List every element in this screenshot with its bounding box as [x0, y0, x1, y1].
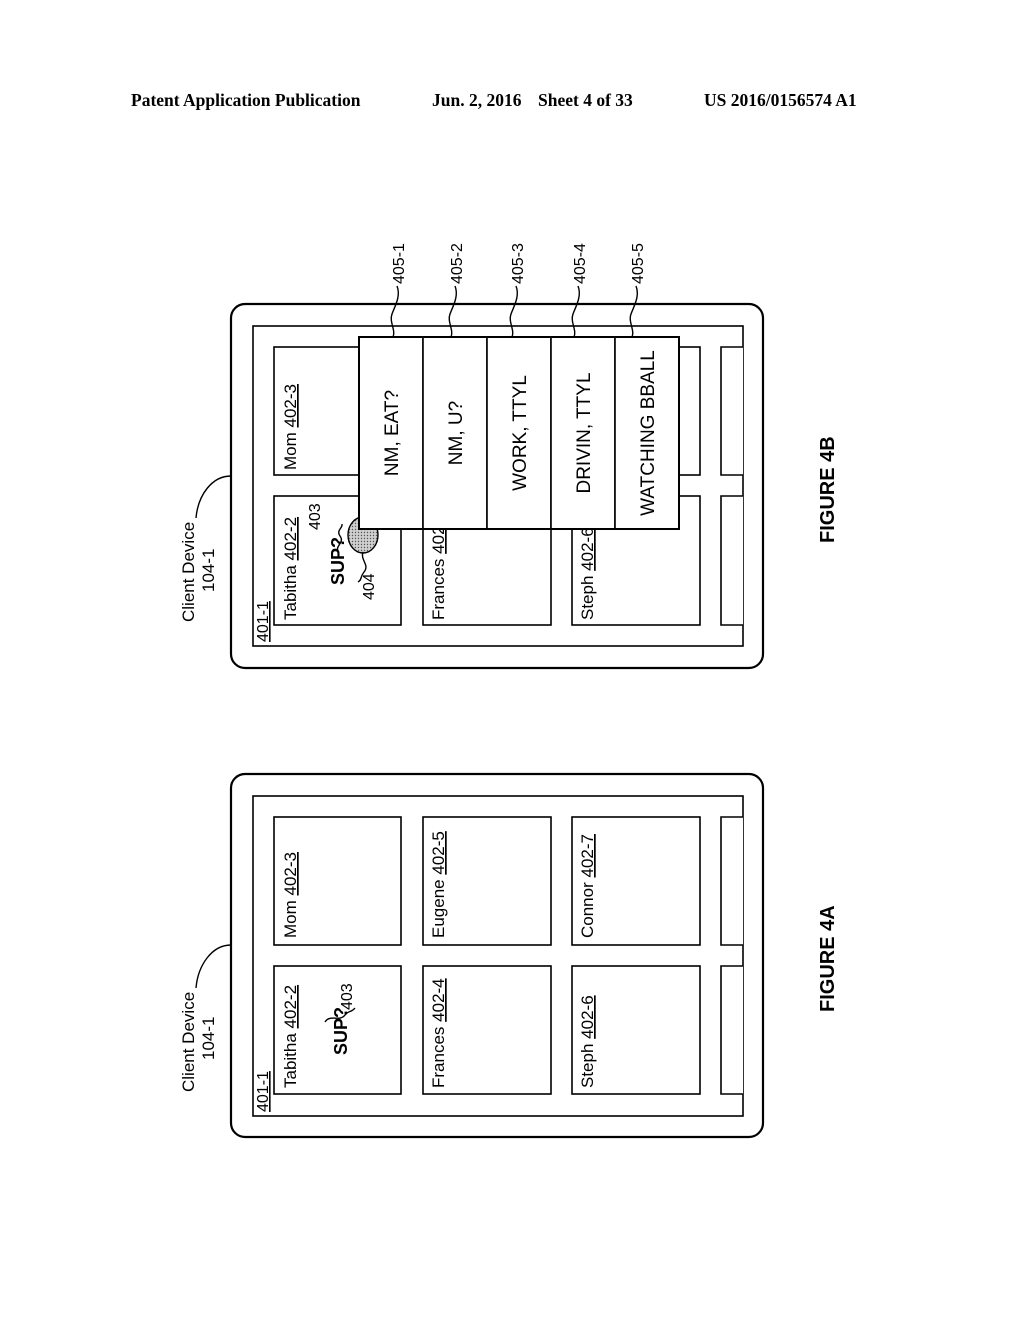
- figure-caption: FIGURE 4B: [817, 436, 839, 543]
- tile-steph-label: Steph 402-6: [578, 995, 597, 1088]
- tile-partial: [720, 816, 743, 946]
- patent-drawing: 401-1 Tabitha 402-2 Mom 402-3 Frances 40…: [179, 243, 839, 1139]
- reply-option-1-label: NM, EAT?: [382, 390, 403, 476]
- tile-partial: [720, 495, 743, 626]
- message-sup: SUP?: [331, 1007, 351, 1055]
- quick-reply-menu: NM, EAT? NM, U? WORK, TTYL DRIVIN, TTYL …: [358, 336, 680, 530]
- tile-mom-label: Mom 402-3: [281, 384, 300, 470]
- reply-option-4-label: DRIVIN, TTYL: [574, 372, 595, 493]
- device-label: Client Device: [179, 522, 198, 622]
- reply-1-ref: 405-1: [391, 243, 408, 284]
- screen-ref: 401-1: [255, 1071, 272, 1112]
- reply-option-5-label: WATCHING BBALL: [638, 350, 659, 516]
- reply-option-2-label: NM, U?: [446, 401, 467, 465]
- device-lead-line: [195, 475, 232, 519]
- tile-connor-label: Connor 402-7: [578, 834, 597, 938]
- tile-tabitha-label: Tabitha 402-2: [281, 985, 300, 1088]
- tile-frances-label: Frances 402-4: [429, 978, 448, 1088]
- screen-ref: 401-1: [255, 601, 272, 642]
- touch-ref: 404: [361, 573, 378, 600]
- tile-steph-label: Steph 402-6: [578, 527, 597, 620]
- tile-frances-label: Frances 402: [429, 525, 448, 620]
- reply-5-ref: 405-5: [630, 243, 647, 284]
- message-ref: 403: [307, 503, 324, 530]
- figure-4a: 401-1 Tabitha 402-2 Mom 402-3 Frances 40…: [179, 772, 839, 1139]
- message-sup: SUP?: [328, 537, 348, 585]
- message-ref: 403: [339, 983, 356, 1010]
- device-label: Client Device: [179, 992, 198, 1092]
- reply-option-3-label: WORK, TTYL: [510, 375, 531, 491]
- reply-4-ref: 405-4: [572, 243, 589, 284]
- figure-caption: FIGURE 4A: [817, 905, 839, 1012]
- figure-4b: 401-1 Tabitha 402-2 Mom 402-3 Frances 40…: [179, 243, 839, 670]
- device-ref: 104-1: [199, 549, 218, 592]
- tile-partial: [720, 965, 743, 1095]
- device-lead-line: [195, 944, 232, 989]
- tile-partial: [720, 346, 743, 476]
- tile-tabitha-label: Tabitha 402-2: [281, 517, 300, 620]
- tile-eugene-label: Eugene 402-5: [429, 831, 448, 938]
- device-ref: 104-1: [199, 1017, 218, 1060]
- reply-2-ref: 405-2: [449, 243, 466, 284]
- tile-mom-label: Mom 402-3: [281, 852, 300, 938]
- reply-3-ref: 405-3: [510, 243, 527, 284]
